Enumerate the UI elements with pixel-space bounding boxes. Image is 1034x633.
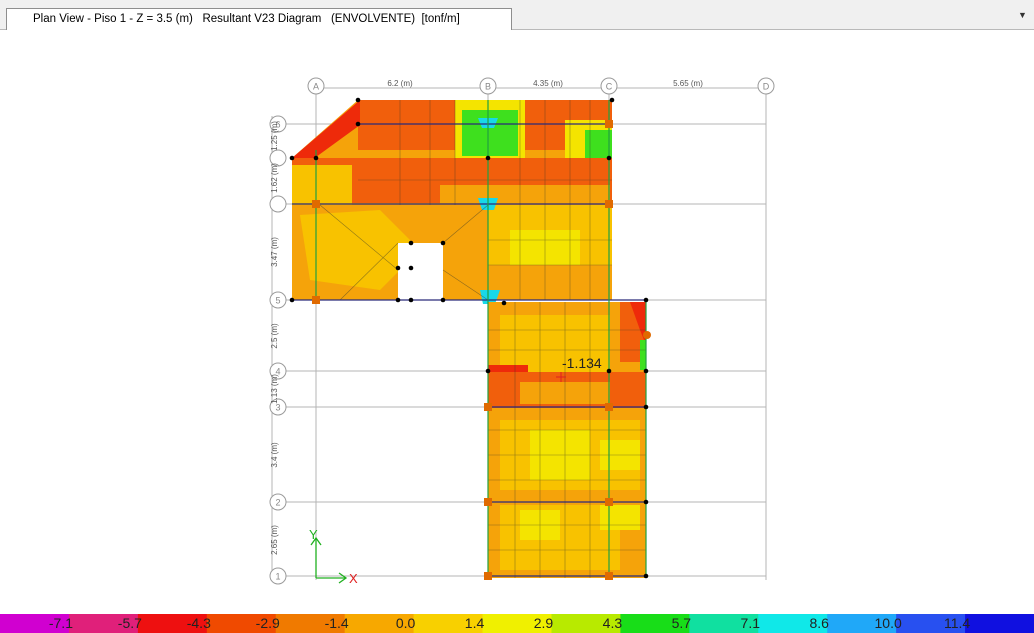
y-spacing-label: 2.65 (m) [270,525,279,555]
legend-label: -2.9 [255,615,280,631]
x-axis-label: X [349,571,358,586]
grid-bubble-a: A [307,77,325,95]
grid-bubble-d: D [757,77,775,95]
svg-text:D: D [763,82,770,92]
color-scale-legend: -7.1 -5.7 -4.3 -2.9 -1.4 0.0 1.4 2.9 4.3 5.7 7.1 8.… [0,614,1034,633]
legend-label: -5.7 [117,615,142,631]
x-spacing-label: 6.2 (m) [387,79,413,88]
plan-view-tab-title: Plan View - Piso 1 - Z = 3.5 (m) Resulta… [33,13,460,25]
grid-bubble-2: 2 [269,493,287,511]
lower-slab-contour [488,302,646,578]
legend-swatch [965,614,1034,633]
y-spacing-label: 3.4 (m) [270,442,279,468]
y-spacing-label: 1.13 (m) [270,374,279,404]
legend-label: 0.0 [395,615,416,631]
x-spacing-label: 5.65 (m) [673,79,703,88]
legend-label: 11.4 [943,615,971,631]
upper-slab-contour [292,100,612,304]
axis-indicator: Y X [309,527,358,586]
x-spacing-label: 4.35 (m) [533,79,563,88]
y-spacing-label: 1.25 (m) [270,121,279,151]
svg-text:2: 2 [275,498,280,508]
grid-bubble-5: 5 [269,291,287,309]
view-titlebar: Plan View - Piso 1 - Z = 3.5 (m) Resulta… [0,0,1034,30]
legend-label: -4.3 [186,615,211,631]
y-spacing-label: 2.5 (m) [270,323,279,349]
legend-label: 10.0 [874,615,902,631]
svg-text:B: B [485,82,491,92]
legend-label: 5.7 [671,615,692,631]
legend-label: -7.1 [48,615,73,631]
legend-label: -1.4 [324,615,349,631]
legend-label: 4.3 [602,615,623,631]
plan-view-canvas[interactable]: ABCD 654321 6.2 (m) 4.35 (m) 5.65 (m) 1.… [0,30,1034,614]
svg-text:1: 1 [275,572,280,582]
svg-text:C: C [606,82,613,92]
grid-bubble-1: 1 [269,567,287,585]
grid-bubble-c: C [600,77,618,95]
legend-label: 2.9 [533,615,554,631]
y-spacing-label: 1.62 (m) [270,163,279,193]
svg-text:A: A [313,82,319,92]
grid-bubble-secondary [269,195,287,213]
chevron-down-icon[interactable]: ▼ [1018,10,1027,20]
value-annotation-text: -1.134 [562,355,602,371]
y-spacing-label: 3.47 (m) [270,237,279,267]
legend-label: 8.6 [809,615,829,631]
y-axis-label: Y [309,527,318,542]
grid-bubble-b: B [479,77,497,95]
svg-text:5: 5 [275,296,280,306]
plan-view-tab[interactable]: Plan View - Piso 1 - Z = 3.5 (m) Resulta… [6,8,512,30]
legend-label: 1.4 [464,615,485,631]
legend-label: 7.1 [740,615,760,631]
